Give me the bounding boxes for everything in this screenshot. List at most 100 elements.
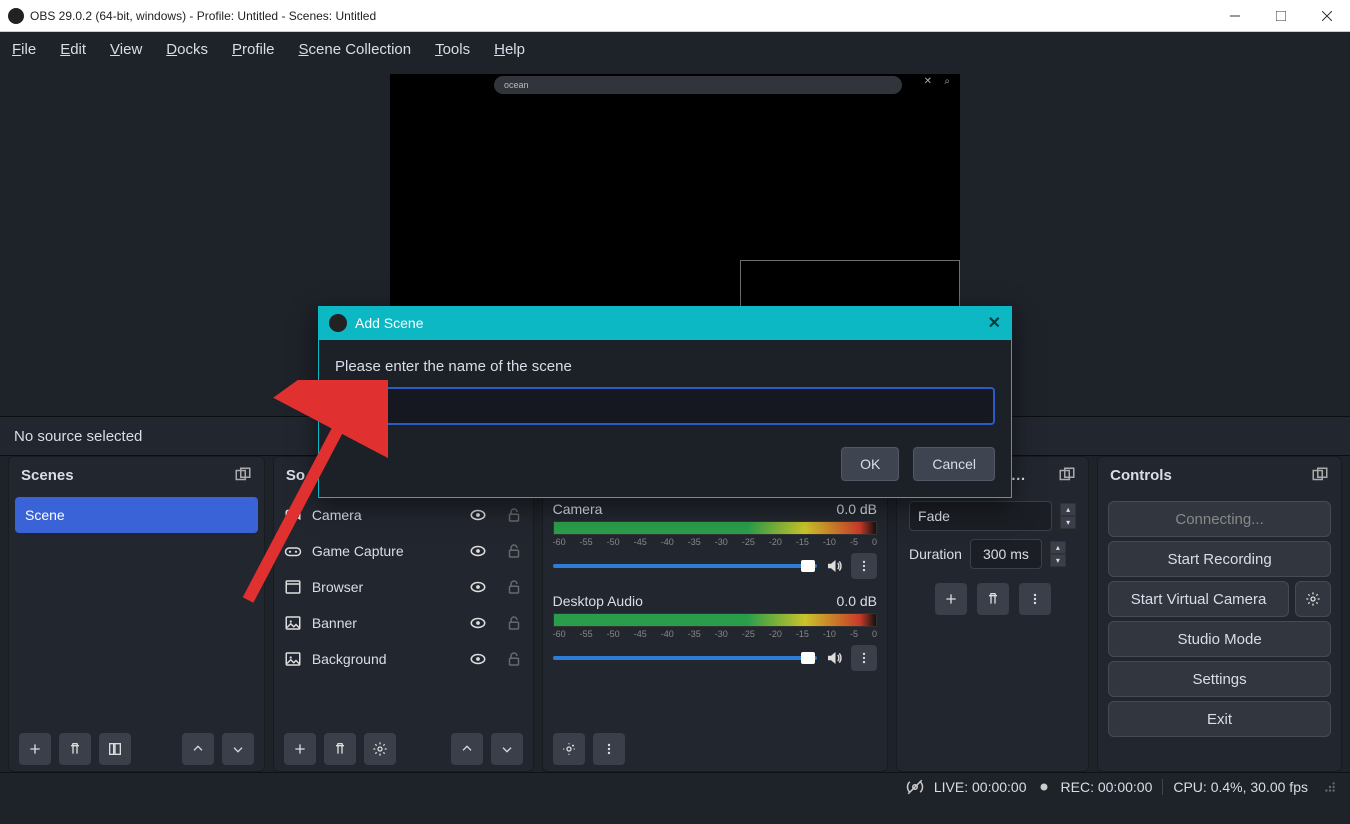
maximize-button[interactable] xyxy=(1258,0,1304,32)
remove-scene-button[interactable] xyxy=(59,733,91,765)
menu-tools[interactable]: Tools xyxy=(435,41,470,58)
menu-profile[interactable]: Profile xyxy=(232,41,275,58)
channel-menu-button[interactable] xyxy=(851,645,877,671)
lock-toggle[interactable] xyxy=(505,578,523,596)
channel-db: 0.0 dB xyxy=(837,501,877,517)
scenes-dock: Scenes Scene xyxy=(8,456,265,772)
record-status-icon xyxy=(1037,780,1051,794)
source-item[interactable]: Game Capture xyxy=(274,533,533,569)
window-title: OBS 29.0.2 (64-bit, windows) - Profile: … xyxy=(30,9,376,23)
source-label: Browser xyxy=(312,579,363,595)
visibility-toggle[interactable] xyxy=(469,650,487,668)
scene-filter-button[interactable] xyxy=(99,733,131,765)
visibility-toggle[interactable] xyxy=(469,542,487,560)
image-icon xyxy=(284,650,302,668)
minimize-button[interactable] xyxy=(1212,0,1258,32)
resize-grip-icon[interactable] xyxy=(1324,781,1336,793)
source-label: Game Capture xyxy=(312,543,404,559)
duration-input[interactable]: 300 ms xyxy=(970,539,1042,569)
transition-spin[interactable]: ▴▾ xyxy=(1060,503,1076,529)
source-properties-button[interactable] xyxy=(364,733,396,765)
lock-toggle[interactable] xyxy=(505,506,523,524)
start-streaming-button[interactable]: Connecting... xyxy=(1108,501,1331,537)
duration-spin[interactable]: ▴▾ xyxy=(1050,541,1066,567)
virtual-camera-settings-button[interactable] xyxy=(1295,581,1331,617)
volume-slider[interactable] xyxy=(553,656,817,660)
add-transition-button[interactable] xyxy=(935,583,967,615)
live-status: LIVE: 00:00:00 xyxy=(934,779,1027,795)
vu-ticks: -60-55-50-45-40-35-30-25-20-15-10-50 xyxy=(553,629,877,639)
cancel-button[interactable]: Cancel xyxy=(913,447,995,481)
obs-logo-icon xyxy=(329,314,347,332)
settings-button[interactable]: Settings xyxy=(1108,661,1331,697)
popout-icon[interactable] xyxy=(1058,466,1076,484)
dialog-close-button[interactable]: ✕ xyxy=(988,313,1001,333)
remove-transition-button[interactable] xyxy=(977,583,1009,615)
mixer-menu-button[interactable] xyxy=(593,733,625,765)
visibility-toggle[interactable] xyxy=(469,614,487,632)
mixer-channel: Desktop Audio0.0 dB -60-55-50-45-40-35-3… xyxy=(543,589,887,681)
camera-icon xyxy=(284,506,302,524)
mixer-advanced-button[interactable] xyxy=(553,733,585,765)
channel-menu-button[interactable] xyxy=(851,553,877,579)
ok-button[interactable]: OK xyxy=(841,447,899,481)
visibility-toggle[interactable] xyxy=(469,578,487,596)
source-item[interactable]: Banner xyxy=(274,605,533,641)
menu-file[interactable]: File xyxy=(12,41,36,58)
status-bar: LIVE: 00:00:00 REC: 00:00:00 CPU: 0.4%, … xyxy=(0,772,1350,800)
audio-mixer-dock: Audio Mixer Camera0.0 dB -60-55-50-45-40… xyxy=(542,456,888,772)
menu-docks[interactable]: Docks xyxy=(166,41,208,58)
controls-dock: Controls Connecting... Start Recording S… xyxy=(1097,456,1342,772)
dialog-title: Add Scene xyxy=(355,315,424,331)
lock-toggle[interactable] xyxy=(505,650,523,668)
mixer-channel: Camera0.0 dB -60-55-50-45-40-35-30-25-20… xyxy=(543,497,887,589)
scene-name-input[interactable] xyxy=(335,387,995,425)
dialog-prompt: Please enter the name of the scene xyxy=(335,358,995,375)
gamepad-icon xyxy=(284,542,302,560)
close-button[interactable] xyxy=(1304,0,1350,32)
transition-select[interactable]: Fade xyxy=(909,501,1052,531)
sources-dock: So Camera Game Capture Browser Banner Ba… xyxy=(273,456,534,772)
transition-menu-button[interactable] xyxy=(1019,583,1051,615)
scenes-list[interactable]: Scene xyxy=(9,493,264,727)
browser-icon xyxy=(284,578,302,596)
remove-source-button[interactable] xyxy=(324,733,356,765)
speaker-icon[interactable] xyxy=(825,557,843,575)
volume-slider[interactable] xyxy=(553,564,817,568)
popout-icon[interactable] xyxy=(1311,466,1329,484)
cpu-status: CPU: 0.4%, 30.00 fps xyxy=(1173,779,1308,795)
menu-edit[interactable]: Edit xyxy=(60,41,86,58)
stream-status-icon xyxy=(906,778,924,796)
move-source-up-button[interactable] xyxy=(451,733,483,765)
sources-list[interactable]: Camera Game Capture Browser Banner Backg… xyxy=(274,493,533,727)
start-recording-button[interactable]: Start Recording xyxy=(1108,541,1331,577)
window-titlebar: OBS 29.0.2 (64-bit, windows) - Profile: … xyxy=(0,0,1350,32)
add-scene-dialog: Add Scene ✕ Please enter the name of the… xyxy=(318,306,1012,498)
add-scene-button[interactable] xyxy=(19,733,51,765)
move-scene-down-button[interactable] xyxy=(222,733,254,765)
move-source-down-button[interactable] xyxy=(491,733,523,765)
source-item[interactable]: Background xyxy=(274,641,533,677)
source-item[interactable]: Browser xyxy=(274,569,533,605)
popout-icon[interactable] xyxy=(234,466,252,484)
transitions-dock: Scene Transiti… Fade ▴▾ Duration 300 ms … xyxy=(896,456,1089,772)
menu-scene-collection[interactable]: Scene Collection xyxy=(299,41,412,58)
menu-view[interactable]: View xyxy=(110,41,142,58)
studio-mode-button[interactable]: Studio Mode xyxy=(1108,621,1331,657)
scene-item[interactable]: Scene xyxy=(15,497,258,533)
lock-toggle[interactable] xyxy=(505,614,523,632)
image-icon xyxy=(284,614,302,632)
controls-title: Controls xyxy=(1110,467,1172,484)
source-label: Background xyxy=(312,651,387,667)
visibility-toggle[interactable] xyxy=(469,506,487,524)
move-scene-up-button[interactable] xyxy=(182,733,214,765)
exit-button[interactable]: Exit xyxy=(1108,701,1331,737)
start-virtual-camera-button[interactable]: Start Virtual Camera xyxy=(1108,581,1289,617)
duration-label: Duration xyxy=(909,546,962,562)
source-label: Camera xyxy=(312,507,362,523)
add-source-button[interactable] xyxy=(284,733,316,765)
menu-help[interactable]: Help xyxy=(494,41,525,58)
speaker-icon[interactable] xyxy=(825,649,843,667)
lock-toggle[interactable] xyxy=(505,542,523,560)
source-item[interactable]: Camera xyxy=(274,497,533,533)
